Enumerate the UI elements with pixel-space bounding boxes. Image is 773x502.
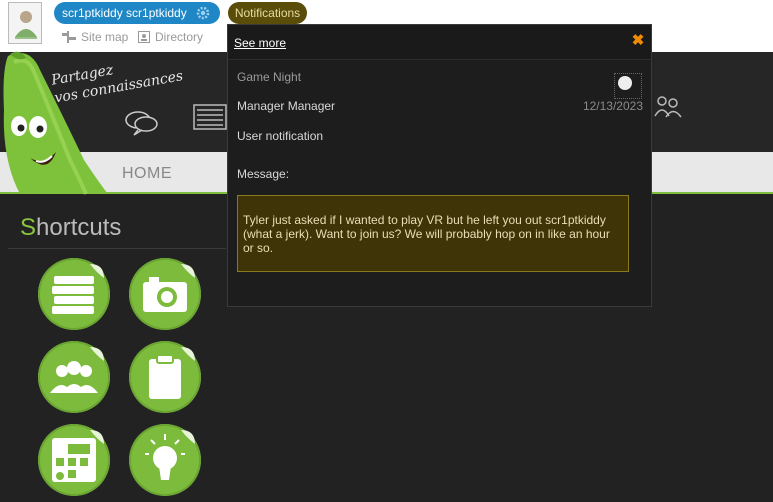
user-avatar-icon	[15, 11, 37, 39]
see-more-link[interactable]: See more	[234, 36, 286, 50]
gear-icon	[196, 6, 210, 20]
notification-title[interactable]: Game Night	[237, 70, 301, 84]
calendar-icon	[52, 430, 104, 482]
shortcut-community[interactable]	[38, 341, 110, 413]
notification-type: User notification	[237, 129, 324, 143]
shortcut-tasks[interactable]	[129, 341, 201, 413]
clipboard-icon	[149, 347, 195, 399]
users-icon	[654, 96, 682, 118]
notifications-button[interactable]: Notifications	[228, 2, 307, 24]
avatar[interactable]	[8, 2, 42, 44]
group-icon	[50, 347, 104, 393]
shortcut-calendar[interactable]	[38, 424, 110, 496]
user-menu-button[interactable]: scr1ptkiddy scr1ptkiddy	[54, 2, 220, 24]
username-label: scr1ptkiddy scr1ptkiddy	[62, 6, 187, 20]
message-body: Tyler just asked if I wanted to play VR …	[237, 195, 629, 272]
shortcuts-title-rest: hortcuts	[36, 214, 122, 241]
shortcut-ideas[interactable]	[129, 424, 201, 496]
newspaper-icon	[193, 104, 227, 130]
dismiss-notification-button[interactable]	[614, 73, 642, 99]
shortcuts-title: Shortcuts	[20, 214, 121, 242]
notification-popup: See more ✖ Game Night Manager Manager 12…	[227, 24, 652, 307]
close-icon[interactable]: ✖	[631, 33, 645, 48]
sitemap-link[interactable]: Site map	[62, 30, 128, 44]
shortcuts-title-first-letter: S	[20, 214, 37, 241]
nav-home-link[interactable]: HOME	[122, 165, 172, 183]
directory-icon	[138, 31, 150, 43]
chat-bubbles-icon	[125, 111, 158, 136]
sitemap-icon	[62, 31, 76, 43]
shortcut-library[interactable]	[38, 258, 110, 330]
camera-icon	[143, 264, 195, 312]
divider	[8, 248, 226, 249]
books-icon	[52, 264, 104, 314]
lightbulb-icon	[145, 430, 195, 480]
message-label: Message:	[237, 167, 290, 181]
directory-link[interactable]: Directory	[138, 30, 203, 44]
notification-sender: Manager Manager	[237, 99, 336, 113]
popup-header: See more ✖	[228, 25, 651, 60]
sitemap-link-label: Site map	[81, 30, 129, 44]
directory-link-label: Directory	[155, 30, 204, 44]
notification-date: 12/13/2023	[582, 99, 643, 113]
mark-read-icon	[618, 76, 632, 90]
shortcut-photos[interactable]	[129, 258, 201, 330]
cucumber-mascot	[3, 51, 108, 195]
